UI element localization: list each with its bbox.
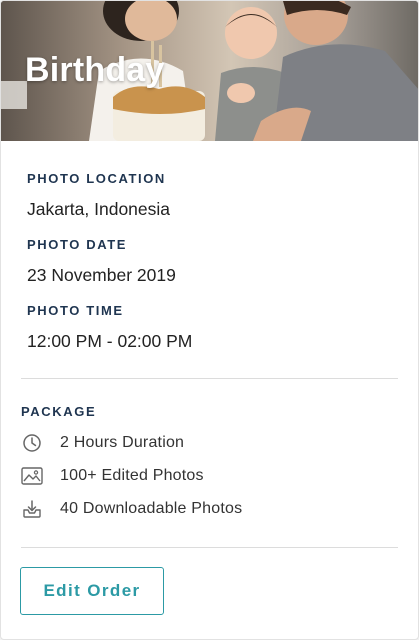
photo-date-value: 23 November 2019 [27, 265, 176, 285]
photo-time-value: 12:00 PM - 02:00 PM [27, 331, 193, 351]
package-item-text: 40 Downloadable Photos [60, 499, 243, 517]
download-icon [21, 498, 43, 520]
photo-location-label: PHOTO LOCATION [27, 171, 166, 186]
photo-time-label: PHOTO TIME [27, 303, 124, 318]
package-item-duration: 2 Hours Duration [21, 426, 398, 459]
package-item-text: 100+ Edited Photos [60, 466, 204, 484]
image-icon [21, 465, 43, 487]
package-label: PACKAGE [21, 404, 97, 419]
package-item-text: 2 Hours Duration [60, 433, 185, 451]
divider [21, 547, 398, 548]
event-title: Birthday [25, 51, 165, 89]
package-item-downloadable-photos: 40 Downloadable Photos [21, 492, 398, 525]
photo-date-label: PHOTO DATE [27, 237, 128, 252]
package-item-edited-photos: 100+ Edited Photos [21, 459, 398, 492]
edit-order-button[interactable]: Edit Order [20, 567, 164, 615]
package-section: PACKAGE 2 Hours Duration 100+ Edited Pho… [1, 379, 418, 525]
order-card: Birthday PHOTO LOCATION Jakarta, Indones… [0, 0, 419, 640]
clock-icon [21, 432, 43, 454]
hero-photo: Birthday [1, 1, 418, 141]
photo-details: PHOTO LOCATION Jakarta, Indonesia PHOTO … [1, 141, 418, 352]
photo-location-value: Jakarta, Indonesia [27, 199, 171, 219]
